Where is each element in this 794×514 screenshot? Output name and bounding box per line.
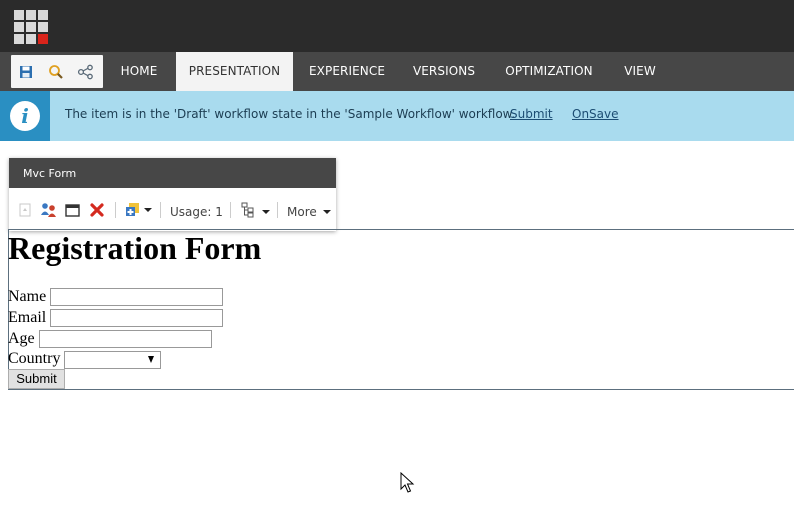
chevron-down-icon: [144, 208, 152, 212]
email-label: Email: [8, 309, 47, 326]
chevron-down-icon: [262, 210, 270, 214]
tab-optimization[interactable]: OPTIMIZATION: [496, 52, 602, 91]
add-here-icon[interactable]: [125, 202, 152, 218]
select-parent-icon[interactable]: [18, 202, 32, 218]
notification-text: The item is in the 'Draft' workflow stat…: [65, 107, 516, 121]
quick-access-toolbar: [11, 55, 103, 88]
form-title: Registration Form: [8, 230, 262, 266]
edit-variations-icon[interactable]: [65, 202, 81, 218]
submit-button[interactable]: Submit: [8, 369, 65, 389]
rendering-chrome: Mvc Form Usage: 1 More: [9, 158, 336, 231]
top-bar: [0, 0, 794, 52]
more-label: More: [287, 205, 317, 219]
country-select[interactable]: [64, 351, 161, 369]
tab-view[interactable]: VIEW: [616, 52, 664, 91]
onsave-workflow-link[interactable]: OnSave: [561, 107, 619, 121]
save-icon[interactable]: [11, 55, 41, 88]
chevron-down-icon: [322, 210, 331, 214]
tab-versions[interactable]: VERSIONS: [404, 52, 484, 91]
navigator-icon[interactable]: [71, 55, 101, 88]
name-label: Name: [8, 288, 47, 305]
chevron-down-icon: [148, 356, 154, 363]
submit-workflow-link[interactable]: Submit: [510, 107, 553, 121]
tab-home[interactable]: HOME: [109, 52, 169, 91]
age-field[interactable]: [39, 330, 212, 348]
remove-icon[interactable]: [90, 202, 104, 218]
tab-experience[interactable]: EXPERIENCE: [302, 52, 392, 91]
tree-structure-icon[interactable]: [241, 202, 270, 218]
rendering-toolbar: Usage: 1 More: [9, 188, 336, 231]
mouse-cursor-icon: [400, 472, 415, 493]
more-button[interactable]: More: [287, 205, 331, 219]
tab-presentation[interactable]: PRESENTATION: [176, 52, 293, 91]
rendering-title: Mvc Form: [9, 158, 336, 188]
personalize-icon[interactable]: [40, 202, 58, 218]
info-icon: i: [10, 101, 40, 131]
name-field[interactable]: [50, 288, 223, 306]
info-icon-box: i: [0, 91, 50, 141]
email-field[interactable]: [50, 309, 223, 327]
app-launcher-icon[interactable]: [14, 10, 48, 44]
age-label: Age: [8, 330, 35, 347]
usage-count: Usage: 1: [170, 205, 223, 219]
ribbon: HOME PRESENTATION EXPERIENCE VERSIONS OP…: [0, 52, 794, 91]
country-label: Country: [8, 350, 61, 367]
search-icon[interactable]: [41, 55, 71, 88]
workflow-notification: i The item is in the 'Draft' workflow st…: [0, 91, 794, 141]
